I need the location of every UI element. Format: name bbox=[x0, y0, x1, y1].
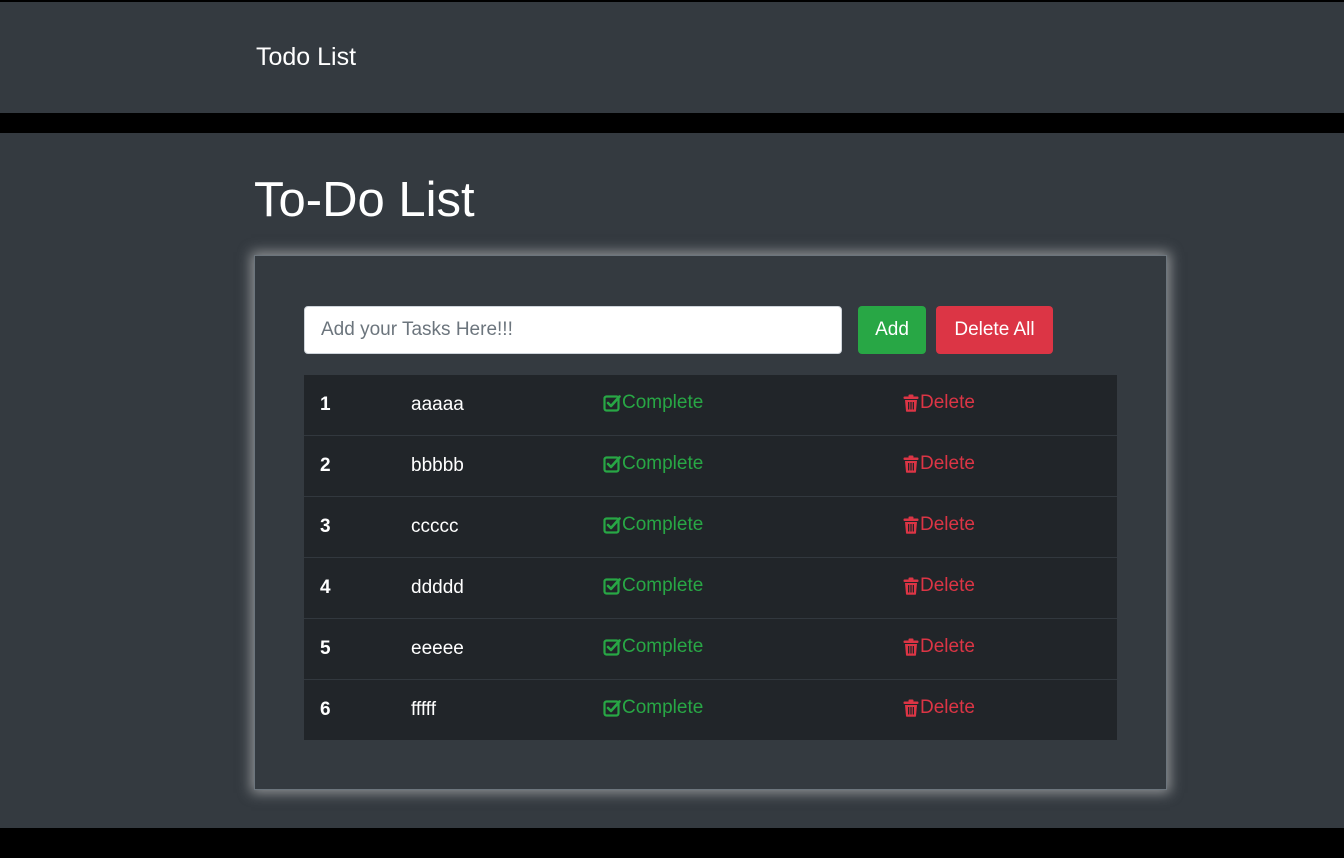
task-name: bbbbb bbox=[411, 434, 603, 496]
delete-label: Delete bbox=[920, 452, 975, 474]
task-table: 1 aaaaa Complete Delete 2 bbbbb Complete… bbox=[304, 375, 1117, 740]
complete-button[interactable]: Complete bbox=[603, 697, 703, 719]
task-input[interactable] bbox=[304, 306, 842, 354]
task-number: 2 bbox=[304, 434, 411, 496]
complete-button[interactable]: Complete bbox=[603, 453, 703, 475]
delete-button[interactable]: Delete bbox=[903, 453, 975, 475]
footer-bar bbox=[0, 828, 1344, 858]
task-number: 1 bbox=[320, 393, 331, 415]
check-square-icon bbox=[603, 394, 621, 412]
delete-label: Delete bbox=[920, 574, 975, 596]
delete-label: Delete bbox=[920, 513, 975, 535]
complete-label: Complete bbox=[622, 574, 704, 596]
delete-button[interactable]: Delete bbox=[903, 636, 975, 658]
task-row: 1 aaaaa Complete Delete bbox=[304, 375, 1117, 435]
complete-button[interactable]: Complete bbox=[603, 575, 703, 597]
trash-icon bbox=[903, 577, 919, 595]
complete-label: Complete bbox=[622, 391, 704, 413]
main-section: To-Do List Add Delete All 1 aaaaa Comple… bbox=[0, 133, 1344, 828]
trash-icon bbox=[903, 455, 919, 473]
task-number: 6 bbox=[304, 678, 411, 740]
navbar-brand[interactable]: Todo List bbox=[256, 42, 356, 72]
delete-button[interactable]: Delete bbox=[903, 392, 975, 414]
task-number: 5 bbox=[304, 617, 411, 679]
complete-label: Complete bbox=[622, 452, 704, 474]
task-name: aaaaa bbox=[411, 393, 464, 415]
complete-button[interactable]: Complete bbox=[603, 514, 703, 536]
check-square-icon bbox=[603, 516, 621, 534]
complete-button[interactable]: Complete bbox=[603, 392, 703, 414]
trash-icon bbox=[903, 638, 919, 656]
trash-icon bbox=[903, 699, 919, 717]
delete-label: Delete bbox=[920, 696, 975, 718]
complete-label: Complete bbox=[622, 513, 704, 535]
task-row: 4 ddddd Complete Delete bbox=[304, 556, 1117, 618]
delete-button[interactable]: Delete bbox=[903, 697, 975, 719]
delete-button[interactable]: Delete bbox=[903, 514, 975, 536]
check-square-icon bbox=[603, 638, 621, 656]
delete-all-button[interactable]: Delete All bbox=[936, 306, 1053, 354]
task-number: 3 bbox=[304, 495, 411, 557]
add-button[interactable]: Add bbox=[858, 306, 926, 354]
trash-icon bbox=[903, 516, 919, 534]
delete-label: Delete bbox=[920, 635, 975, 657]
task-row: 3 ccccc Complete Delete bbox=[304, 495, 1117, 557]
task-name: eeeee bbox=[411, 617, 603, 679]
task-row: 6 fffff Complete Delete bbox=[304, 678, 1117, 740]
complete-label: Complete bbox=[622, 696, 704, 718]
delete-button[interactable]: Delete bbox=[903, 575, 975, 597]
check-square-icon bbox=[603, 577, 621, 595]
check-square-icon bbox=[603, 699, 621, 717]
task-number: 4 bbox=[304, 556, 411, 618]
trash-icon bbox=[903, 394, 919, 412]
navbar: Todo List bbox=[0, 2, 1344, 113]
task-row: 2 bbbbb Complete Delete bbox=[304, 434, 1117, 496]
page-title: To-Do List bbox=[254, 173, 475, 227]
check-square-icon bbox=[603, 455, 621, 473]
task-name: fffff bbox=[411, 678, 603, 740]
complete-button[interactable]: Complete bbox=[603, 636, 703, 658]
complete-label: Complete bbox=[622, 635, 704, 657]
todo-card: Add Delete All 1 aaaaa Complete bbox=[254, 255, 1167, 790]
task-row: 5 eeeee Complete Delete bbox=[304, 617, 1117, 679]
task-name: ddddd bbox=[411, 556, 603, 618]
task-name: ccccc bbox=[411, 495, 603, 557]
delete-label: Delete bbox=[920, 391, 975, 413]
